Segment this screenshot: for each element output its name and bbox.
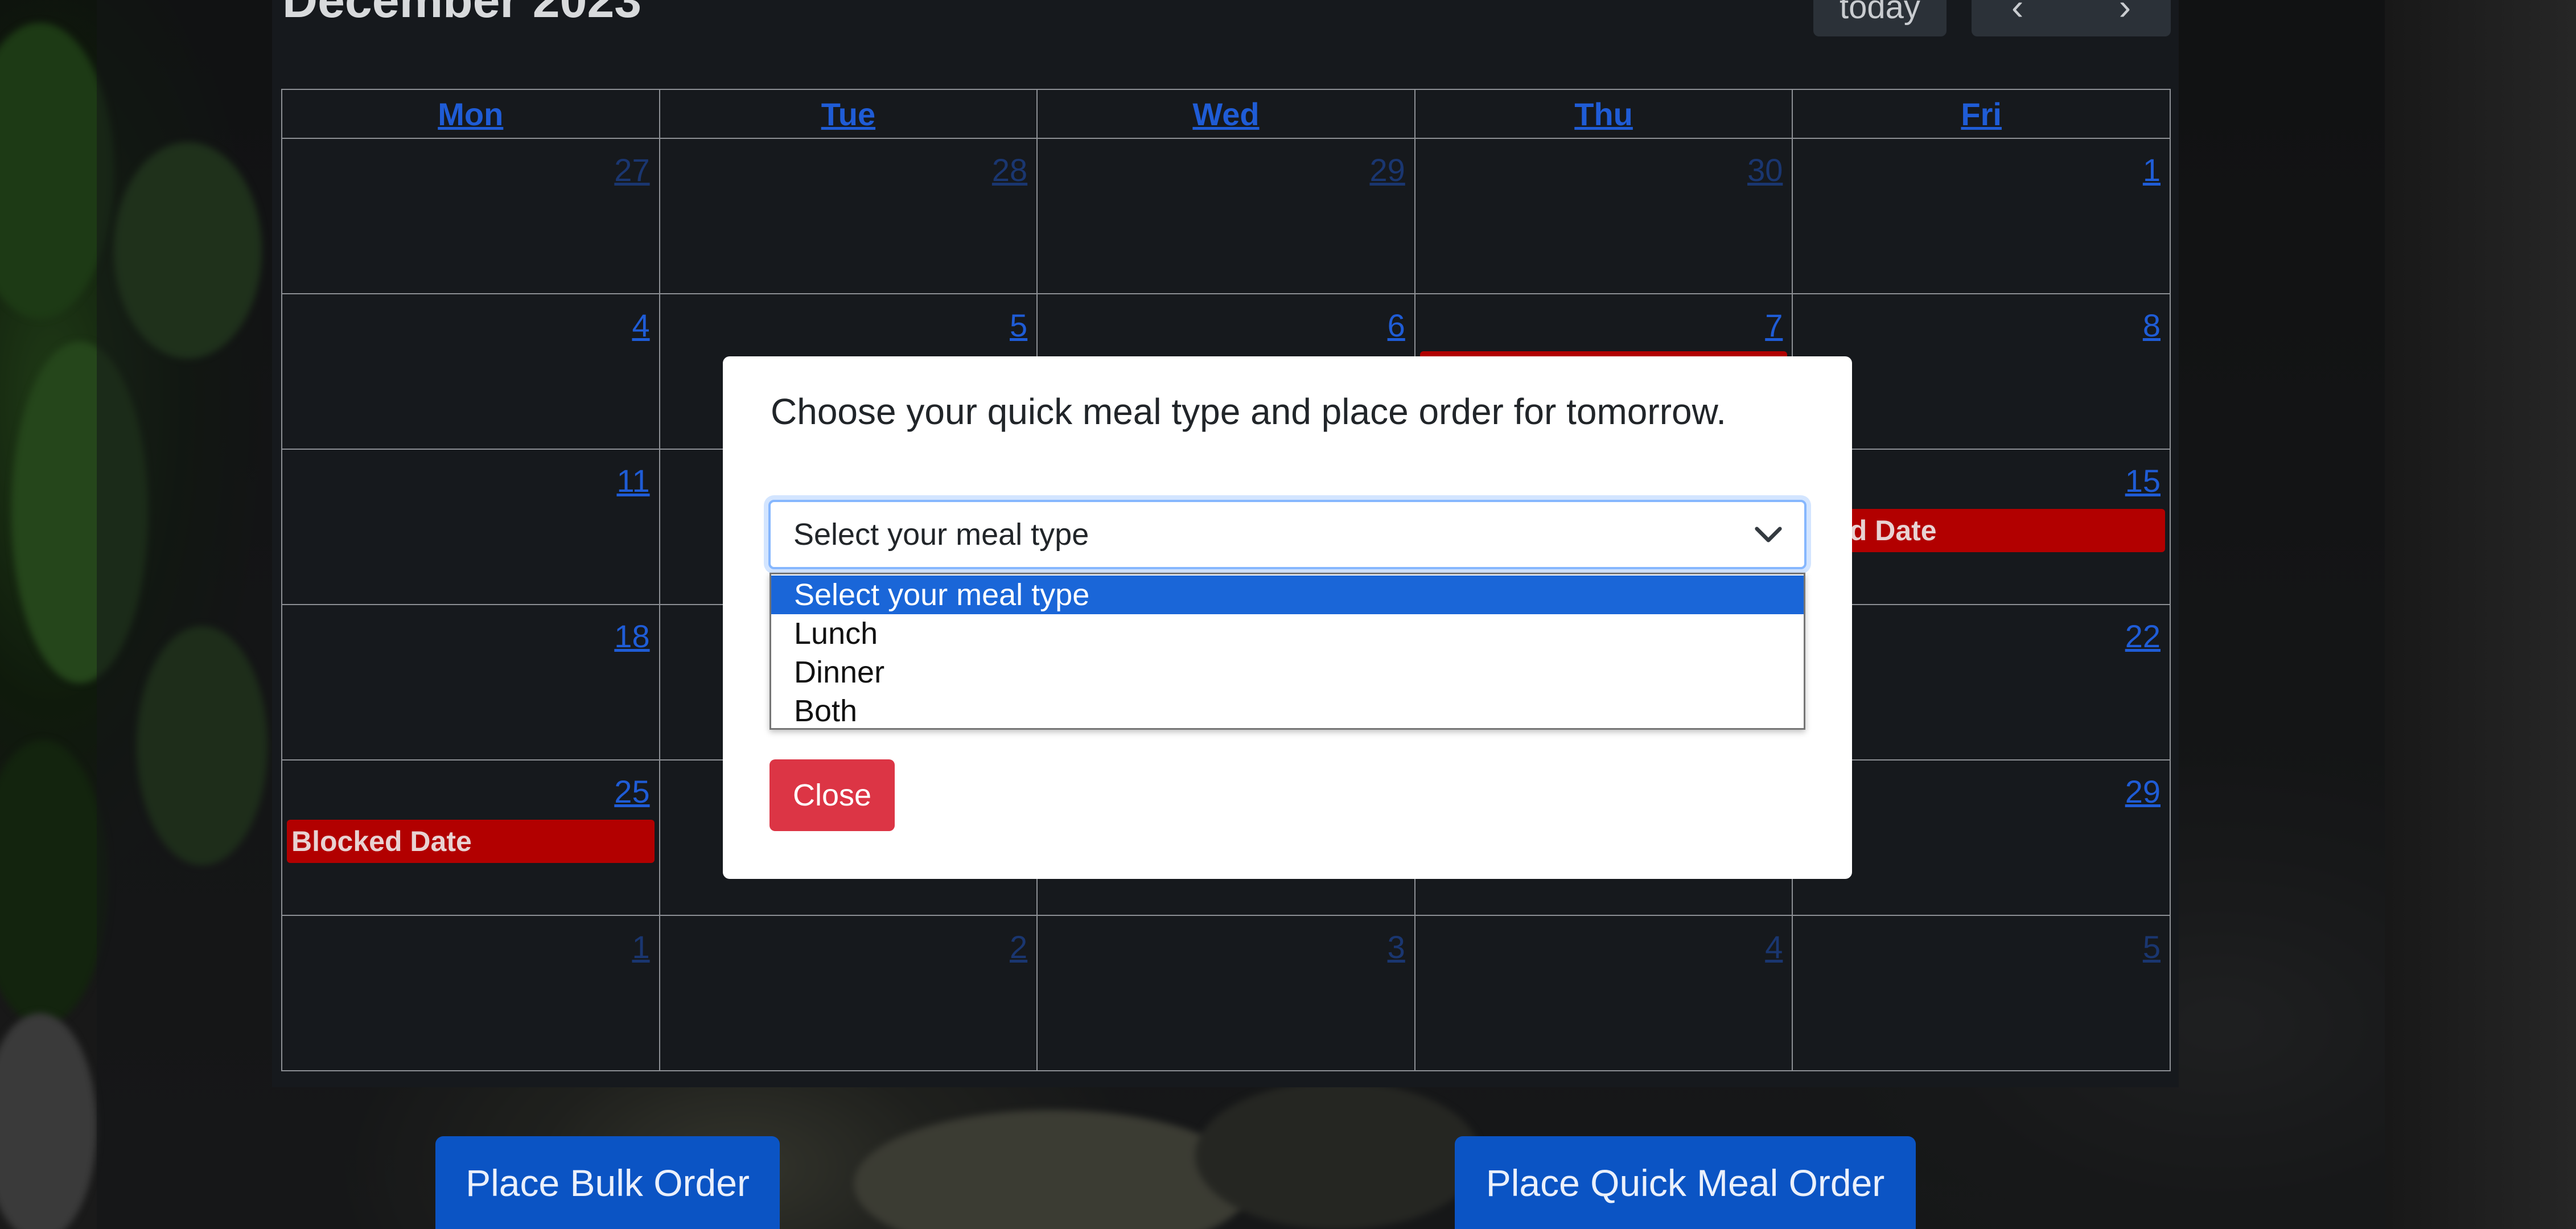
calendar-day-cell[interactable]: 11 <box>281 449 660 605</box>
day-number-link[interactable]: 7 <box>1765 307 1783 344</box>
today-button[interactable]: today <box>1813 0 1947 36</box>
day-number-link[interactable]: 4 <box>1765 928 1783 965</box>
calendar-week-row: 27 28 29 30 1 <box>281 138 2171 294</box>
weekday-header-thu[interactable]: Thu <box>1414 89 1793 139</box>
calendar-day-cell[interactable]: 27 <box>281 138 660 294</box>
day-number-link[interactable]: 29 <box>1369 151 1405 188</box>
chevron-right-icon[interactable]: › <box>2119 0 2131 28</box>
day-number-link[interactable]: 29 <box>2125 773 2161 810</box>
meal-type-option[interactable]: Dinner <box>771 653 1804 692</box>
calendar-day-cell[interactable]: 4 <box>1414 915 1793 1071</box>
modal-message: Choose your quick meal type and place or… <box>771 391 1727 432</box>
blocked-date-event[interactable]: Blocked Date <box>287 820 655 863</box>
day-number-link[interactable]: 2 <box>1010 928 1027 965</box>
chevron-left-icon[interactable]: ‹ <box>2011 0 2023 28</box>
calendar-day-cell[interactable]: 28 <box>659 138 1038 294</box>
meal-type-option[interactable]: Select your meal type <box>771 576 1804 614</box>
meal-type-option[interactable]: Both <box>771 692 1804 730</box>
blocked-date-event[interactable]: cked Date <box>1797 509 2165 552</box>
meal-type-options-list: Select your meal type Lunch Dinner Both <box>769 573 1805 730</box>
weekday-header-fri[interactable]: Fri <box>1792 89 2171 139</box>
day-number-link[interactable]: 8 <box>2143 307 2161 344</box>
calendar-day-cell[interactable]: 4 <box>281 293 660 450</box>
day-number-link[interactable]: 11 <box>616 462 649 499</box>
day-number-link[interactable]: 6 <box>1388 307 1405 344</box>
close-button[interactable]: Close <box>769 759 895 831</box>
calendar-week-row: 1 2 3 4 5 <box>281 915 2171 1071</box>
day-number-link[interactable]: 1 <box>632 928 649 965</box>
weekday-header-wed[interactable]: Wed <box>1036 89 1415 139</box>
day-number-link[interactable]: 15 <box>2125 462 2161 499</box>
meal-type-select-value: Select your meal type <box>793 517 1089 552</box>
calendar-day-cell[interactable]: 1 <box>281 915 660 1071</box>
weekday-header-tue[interactable]: Tue <box>659 89 1038 139</box>
calendar-day-cell[interactable]: 29 <box>1036 138 1415 294</box>
quick-meal-modal: Choose your quick meal type and place or… <box>723 356 1852 879</box>
day-number-link[interactable]: 3 <box>1388 928 1405 965</box>
day-number-link[interactable]: 25 <box>614 773 649 810</box>
calendar-title: December 2023 <box>282 0 642 28</box>
day-number-link[interactable]: 5 <box>1010 307 1027 344</box>
calendar-day-cell[interactable]: 3 <box>1036 915 1415 1071</box>
chevron-down-icon <box>1755 527 1782 542</box>
day-number-link[interactable]: 27 <box>614 151 649 188</box>
calendar-nav-buttons: ‹ › <box>1972 0 2171 36</box>
day-number-link[interactable]: 22 <box>2125 618 2161 655</box>
calendar-day-cell[interactable]: 5 <box>1792 915 2171 1071</box>
meal-type-select[interactable]: Select your meal type <box>768 500 1807 569</box>
calendar-day-cell[interactable]: 2 <box>659 915 1038 1071</box>
calendar-day-cell[interactable]: 25 Blocked Date <box>281 759 660 916</box>
place-quick-meal-order-button[interactable]: Place Quick Meal Order <box>1455 1136 1916 1229</box>
day-number-link[interactable]: 28 <box>992 151 1027 188</box>
calendar-day-cell[interactable]: 1 <box>1792 138 2171 294</box>
day-number-link[interactable]: 30 <box>1747 151 1783 188</box>
meal-type-option[interactable]: Lunch <box>771 614 1804 653</box>
weekday-header-row: Mon Tue Wed Thu Fri <box>281 89 2171 139</box>
place-bulk-order-button[interactable]: Place Bulk Order <box>435 1136 780 1229</box>
calendar-day-cell[interactable]: 30 <box>1414 138 1793 294</box>
calendar-day-cell[interactable]: 18 <box>281 604 660 761</box>
day-number-link[interactable]: 5 <box>2143 928 2161 965</box>
day-number-link[interactable]: 4 <box>632 307 649 344</box>
day-number-link[interactable]: 1 <box>2143 151 2161 188</box>
weekday-header-mon[interactable]: Mon <box>281 89 660 139</box>
day-number-link[interactable]: 18 <box>614 618 649 655</box>
